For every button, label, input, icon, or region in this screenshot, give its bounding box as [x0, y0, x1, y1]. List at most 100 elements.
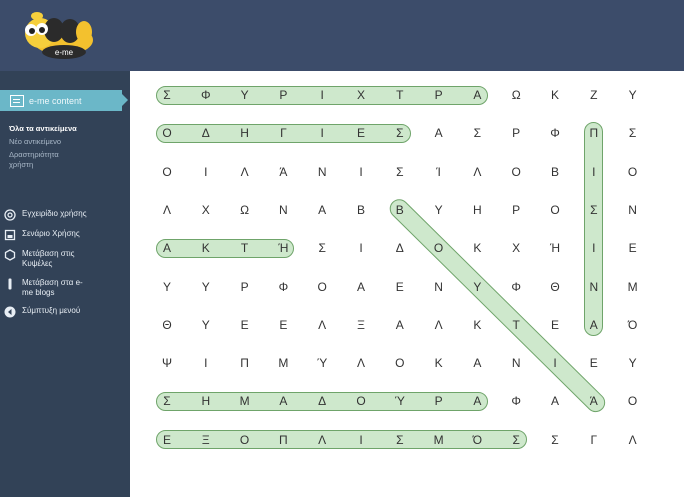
grid-letter[interactable]: Ή [537, 238, 573, 258]
grid-letter[interactable]: Ε [382, 277, 418, 297]
grid-letter[interactable]: Σ [498, 430, 534, 450]
grid-letter[interactable]: Σ [149, 85, 185, 105]
grid-letter[interactable]: Μ [227, 391, 263, 411]
grid-letter[interactable]: Ι [343, 238, 379, 258]
grid-letter[interactable]: Ε [537, 315, 573, 335]
grid-letter[interactable]: Ρ [421, 85, 457, 105]
grid-letter[interactable]: Ν [576, 277, 612, 297]
grid-letter[interactable]: Μ [615, 277, 651, 297]
grid-letter[interactable]: Κ [188, 238, 224, 258]
sidebar-item-hives[interactable]: Μετάβαση στις Κυψέλες [4, 249, 128, 269]
grid-letter[interactable]: Β [343, 200, 379, 220]
grid-letter[interactable]: Ο [421, 238, 457, 258]
grid-letter[interactable]: Λ [304, 315, 340, 335]
grid-letter[interactable]: Ε [227, 315, 263, 335]
grid-letter[interactable]: Υ [615, 353, 651, 373]
grid-letter[interactable]: Ρ [227, 277, 263, 297]
grid-letter[interactable]: Ι [304, 123, 340, 143]
grid-letter[interactable]: Θ [537, 277, 573, 297]
grid-letter[interactable]: Η [459, 200, 495, 220]
grid-letter[interactable]: Τ [227, 238, 263, 258]
grid-letter[interactable]: Γ [265, 123, 301, 143]
grid-letter[interactable]: Α [421, 123, 457, 143]
grid-letter[interactable]: Ο [304, 277, 340, 297]
grid-letter[interactable]: Δ [382, 238, 418, 258]
grid-letter[interactable]: Υ [459, 277, 495, 297]
grid-letter[interactable]: Λ [227, 162, 263, 182]
grid-letter[interactable]: Ε [615, 238, 651, 258]
grid-letter[interactable]: Ά [576, 391, 612, 411]
grid-letter[interactable]: Κ [421, 353, 457, 373]
grid-letter[interactable]: Η [188, 391, 224, 411]
grid-letter[interactable]: Α [459, 353, 495, 373]
grid-letter[interactable]: Ή [265, 238, 301, 258]
grid-letter[interactable]: Ι [343, 162, 379, 182]
grid-letter[interactable]: Τ [382, 85, 418, 105]
grid-letter[interactable]: Α [265, 391, 301, 411]
grid-letter[interactable]: Ε [576, 353, 612, 373]
grid-letter[interactable]: Μ [421, 430, 457, 450]
grid-letter[interactable]: Υ [227, 85, 263, 105]
grid-letter[interactable]: Σ [149, 391, 185, 411]
grid-letter[interactable]: Ψ [149, 353, 185, 373]
grid-letter[interactable]: Ύ [304, 353, 340, 373]
grid-letter[interactable]: Β [537, 162, 573, 182]
grid-letter[interactable]: Λ [459, 162, 495, 182]
grid-letter[interactable]: Σ [615, 123, 651, 143]
grid-letter[interactable]: Φ [188, 85, 224, 105]
grid-letter[interactable]: Υ [615, 85, 651, 105]
grid-letter[interactable]: Η [227, 123, 263, 143]
grid-letter[interactable]: Ό [459, 430, 495, 450]
grid-letter[interactable]: Δ [188, 123, 224, 143]
grid-letter[interactable]: Ι [343, 430, 379, 450]
grid-letter[interactable]: Ο [227, 430, 263, 450]
grid-letter[interactable]: Ρ [498, 123, 534, 143]
grid-letter[interactable]: Δ [304, 391, 340, 411]
grid-letter[interactable]: Π [576, 123, 612, 143]
grid-letter[interactable]: Φ [498, 277, 534, 297]
grid-letter[interactable]: Ο [498, 162, 534, 182]
grid-letter[interactable]: Ν [265, 200, 301, 220]
grid-letter[interactable]: Α [576, 315, 612, 335]
grid-letter[interactable]: Ι [188, 162, 224, 182]
sidebar-sub-activity-cont[interactable]: χρήστη [9, 160, 33, 170]
grid-letter[interactable]: Χ [343, 85, 379, 105]
grid-letter[interactable]: Ο [537, 200, 573, 220]
grid-letter[interactable]: Ο [343, 391, 379, 411]
grid-letter[interactable]: Μ [265, 353, 301, 373]
grid-letter[interactable]: Σ [304, 238, 340, 258]
grid-letter[interactable]: Ξ [343, 315, 379, 335]
grid-letter[interactable]: Ε [149, 430, 185, 450]
grid-letter[interactable]: Ό [615, 315, 651, 335]
grid-letter[interactable]: Κ [537, 85, 573, 105]
grid-letter[interactable]: Ν [615, 200, 651, 220]
e-me-logo[interactable]: e-me [18, 10, 96, 62]
grid-letter[interactable]: Ο [149, 162, 185, 182]
grid-letter[interactable]: Π [265, 430, 301, 450]
grid-letter[interactable]: Θ [149, 315, 185, 335]
grid-letter[interactable]: Υ [421, 200, 457, 220]
grid-letter[interactable]: Ί [421, 162, 457, 182]
sidebar-item-e-me-content[interactable]: e-me content [0, 90, 128, 111]
sidebar-item-manual[interactable]: Εγχειρίδιο χρήσης [4, 209, 128, 221]
grid-letter[interactable]: Ν [304, 162, 340, 182]
sidebar-item-scenario[interactable]: Σενάριο Χρήσης [4, 229, 128, 241]
grid-letter[interactable]: Τ [498, 315, 534, 335]
grid-letter[interactable]: Ω [227, 200, 263, 220]
grid-letter[interactable]: Φ [498, 391, 534, 411]
grid-letter[interactable]: Π [227, 353, 263, 373]
grid-letter[interactable]: Λ [304, 430, 340, 450]
grid-letter[interactable]: Γ [576, 430, 612, 450]
grid-letter[interactable]: Ο [382, 353, 418, 373]
grid-letter[interactable]: Κ [459, 238, 495, 258]
grid-letter[interactable]: Ε [265, 315, 301, 335]
sidebar-item-blogs[interactable]: Μετάβαση στα e- me blogs [4, 278, 128, 298]
grid-letter[interactable]: Ο [615, 391, 651, 411]
grid-letter[interactable]: Σ [537, 430, 573, 450]
grid-letter[interactable]: Ε [343, 123, 379, 143]
sidebar-sub-activity[interactable]: Δραστηριότητα [9, 150, 59, 160]
grid-letter[interactable]: Λ [343, 353, 379, 373]
grid-letter[interactable]: Ι [188, 353, 224, 373]
grid-letter[interactable]: Φ [265, 277, 301, 297]
sidebar-sub-new-item[interactable]: Νέο αντικείμενο [9, 137, 61, 147]
